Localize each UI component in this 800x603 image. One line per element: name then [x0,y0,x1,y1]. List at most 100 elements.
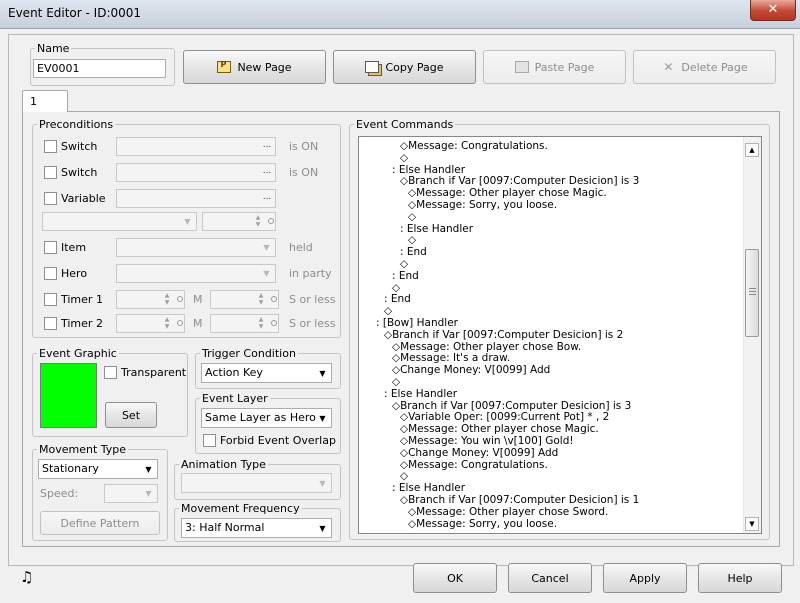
timer1-minutes-spinner[interactable]: ▲ ▼ [116,290,185,309]
timer2-seconds-spinner[interactable]: ▲ ▼ [210,314,279,333]
command-line[interactable]: ◇Branch if Var [0097:Computer Desicion] … [384,329,623,342]
event-graphic-legend: Event Graphic [39,347,117,360]
command-line[interactable]: : Else Handler [384,388,457,401]
switch1-field[interactable]: ... [116,137,276,156]
switch2-label: Switch [61,166,98,179]
scroll-thumb[interactable] [745,249,759,337]
ok-label: OK [447,571,463,585]
help-button[interactable]: Help [698,563,782,593]
define-pattern-button[interactable]: Define Pattern [40,511,160,535]
timer1-seconds-spinner[interactable]: ▲ ▼ [210,290,279,309]
item-select[interactable]: ▼ [116,238,276,257]
switch1-checkbox[interactable] [44,140,57,153]
commands-scrollbar[interactable]: ▲ ▼ [743,137,761,533]
switch2-checkbox[interactable] [44,166,57,179]
paste-page-button[interactable]: Paste Page [483,50,626,84]
movement-type-value: Stationary [42,462,99,475]
close-icon: ✕ [767,2,779,17]
event-layer-legend: Event Layer [202,392,268,405]
music-icon[interactable]: ♫ [20,568,33,586]
scroll-up-icon[interactable]: ▲ [745,143,759,157]
tab-page-1[interactable]: 1 [22,90,68,112]
spinner-arrows-icon[interactable]: ▲ ▼ [162,316,172,331]
forbid-overlap-checkbox[interactable] [203,434,216,447]
hero-select[interactable]: ▼ [116,264,276,283]
command-line[interactable]: ◇ [408,211,416,224]
variable-field[interactable]: ... [116,189,276,208]
scroll-down-icon[interactable]: ▼ [745,517,759,531]
switch1-label: Switch [61,140,98,153]
spinner-arrows-icon[interactable]: ▲ ▼ [256,316,266,331]
paste-page-label: Paste Page [534,60,595,74]
command-line[interactable]: ◇Message: Sorry, you loose. [408,199,557,212]
movement-frequency-legend: Movement Frequency [181,502,300,515]
spinner-arrows-icon[interactable]: ▲ ▼ [162,292,172,307]
variable-value-spinner[interactable]: ▲ ▼ [202,212,276,231]
timer1-unit: M [193,293,203,306]
event-layer-value: Same Layer as Hero [205,411,316,424]
apply-button[interactable]: Apply [603,563,687,593]
animation-type-select[interactable]: ▼ [181,473,332,493]
set-graphic-label: Set [121,408,141,422]
command-line[interactable]: ◇Message: Congratulations. [400,459,548,472]
spinner-ring-icon [268,218,274,224]
hero-checkbox[interactable] [44,267,57,280]
transparent-checkbox[interactable] [104,366,117,379]
switch2-browse-icon[interactable]: ... [260,165,274,179]
chevron-down-icon: ▼ [145,464,152,474]
trigger-condition-value: Action Key [205,366,263,379]
chevron-down-icon: ▼ [145,489,152,498]
switch2-field[interactable]: ... [116,163,276,182]
movement-type-select[interactable]: Stationary ▼ [38,459,158,479]
chevron-down-icon: ▼ [319,368,326,378]
spinner-arrows-icon[interactable]: ▲ ▼ [253,214,263,229]
set-graphic-button[interactable]: Set [105,402,157,428]
event-commands-legend: Event Commands [356,118,454,131]
timer2-checkbox[interactable] [44,317,57,330]
cancel-button[interactable]: Cancel [508,563,592,593]
chevron-down-icon: ▼ [263,243,270,252]
copy-page-button[interactable]: Copy Page [333,50,476,84]
command-line[interactable]: ◇Message: Other player chose Sword. [408,506,608,519]
item-checkbox[interactable] [44,241,57,254]
switch1-browse-icon[interactable]: ... [260,139,274,153]
event-graphic-preview[interactable] [40,363,97,428]
chevron-down-icon: ▼ [319,478,326,488]
copy-page-label: Copy Page [385,60,444,74]
chevron-down-icon: ▼ [184,217,191,226]
event-commands-list[interactable]: ▲ ▼ ◇Message: Congratulations. ◇: Else Ha… [358,136,762,534]
spinner-arrows-icon[interactable]: ▲ ▼ [256,292,266,307]
delete-page-button[interactable]: ✕ Delete Page [633,50,776,84]
trigger-condition-select[interactable]: Action Key ▼ [201,363,332,383]
command-line[interactable]: ◇ [400,152,408,165]
spinner-ring-icon [271,320,277,326]
trigger-condition-legend: Trigger Condition [202,347,296,360]
speed-label: Speed: [40,487,79,500]
variable-browse-icon[interactable]: ... [260,191,274,205]
movement-frequency-select[interactable]: 3: Half Normal ▼ [181,518,332,538]
command-line[interactable]: ◇Message: Congratulations. [400,140,548,153]
timer2-minutes-spinner[interactable]: ▲ ▼ [116,314,185,333]
new-page-icon [217,60,232,73]
command-line[interactable]: ◇Change Money: V[0099] Add [400,447,558,460]
ok-button[interactable]: OK [413,563,497,593]
new-page-button[interactable]: New Page [183,50,326,84]
event-layer-select[interactable]: Same Layer as Hero ▼ [201,408,332,428]
name-input[interactable]: EV0001 [33,59,166,78]
variable-compare-select[interactable]: ▼ [42,212,197,231]
close-button[interactable]: ✕ [750,0,796,21]
title-bar[interactable]: Event Editor - ID:0001 ✕ [0,0,800,29]
item-suffix: held [289,241,313,254]
tab-page-1-label: 1 [30,95,37,108]
variable-checkbox[interactable] [44,192,57,205]
speed-select[interactable]: ▼ [104,484,158,503]
command-line[interactable]: ◇Message: Sorry, you loose. [408,518,557,531]
chevron-down-icon: ▼ [319,523,326,533]
command-line[interactable]: ◇Change Money: V[0099] Add [392,364,550,377]
timer1-checkbox[interactable] [44,293,57,306]
delete-page-icon: ✕ [663,60,674,74]
command-line[interactable]: : End [392,270,419,283]
spinner-ring-icon [271,296,277,302]
forbid-overlap-label: Forbid Event Overlap [220,434,336,447]
variable-label: Variable [61,192,106,205]
